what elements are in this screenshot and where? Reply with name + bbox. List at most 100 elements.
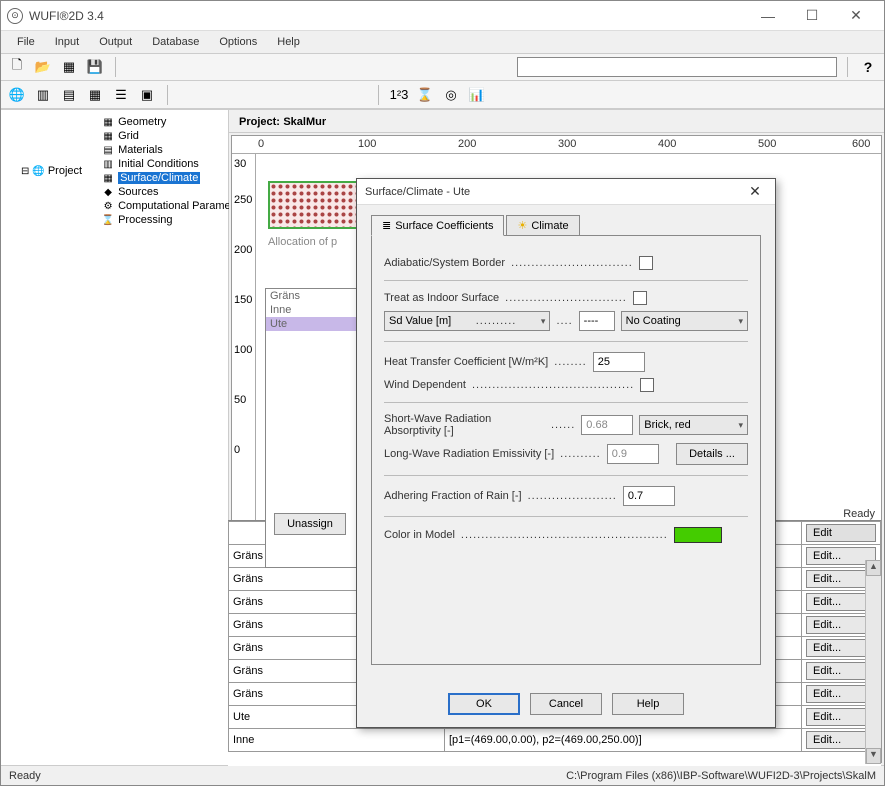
toolbar-combo[interactable] — [517, 57, 837, 77]
project-tree[interactable]: ⊟🌐Project ▦Geometry ▦Grid ▤Materials ▥In… — [1, 110, 229, 765]
indoor-checkbox[interactable] — [633, 291, 647, 305]
htc-input[interactable] — [593, 352, 645, 372]
list-item[interactable]: Inne — [266, 303, 360, 317]
tree-processing[interactable]: ⌛Processing — [101, 213, 249, 227]
palette-icon[interactable]: ▣ — [137, 85, 157, 105]
scroll-up-icon[interactable]: ▲ — [866, 560, 881, 576]
toolbar-sep — [115, 57, 116, 77]
grid2-icon[interactable]: ▤ — [59, 85, 79, 105]
toolbar-main: 🗋 📂 ▦ 💾 ? — [1, 53, 884, 81]
chart-icon[interactable]: 📊 — [467, 85, 487, 105]
htc-label: Heat Transfer Coefficient [W/m²K] — [384, 356, 548, 368]
processing-icon: ⌛ — [101, 214, 115, 226]
geometry-icon: ▦ — [101, 116, 115, 128]
menubar: File Input Output Database Options Help — [1, 31, 884, 53]
tab-surface-coefficients[interactable]: ≣Surface Coefficients — [371, 215, 504, 236]
project-header: Project: SkalMur — [229, 110, 884, 133]
tree-geometry[interactable]: ▦Geometry — [101, 115, 249, 129]
menu-output[interactable]: Output — [91, 34, 140, 50]
rain-input[interactable] — [623, 486, 675, 506]
toolbar-second: 🌐 ▥ ▤ ▦ ☰ ▣ 1²3 ⌛ ◎ 📊 — [1, 81, 884, 109]
sw-label: Short-Wave Radiation Absorptivity [-] — [384, 413, 545, 437]
material-region[interactable] — [268, 181, 368, 229]
coeff-icon: ≣ — [382, 219, 391, 232]
rain-label: Adhering Fraction of Rain [-] — [384, 490, 522, 502]
tree-sources[interactable]: ◆Sources — [101, 185, 249, 199]
toolbar2-sep — [167, 85, 168, 105]
ruler-horizontal: 0 100 200 300 400 500 600 — [232, 136, 881, 154]
list-item[interactable]: Gräns — [266, 289, 360, 303]
materials-icon: ▤ — [101, 144, 115, 156]
hourglass-icon[interactable]: ⌛ — [415, 85, 435, 105]
tree-initial[interactable]: ▥Initial Conditions — [101, 157, 249, 171]
tab-climate[interactable]: ☀Climate — [506, 215, 579, 236]
sd-value-input[interactable] — [579, 311, 615, 331]
grid3-icon[interactable]: ▦ — [85, 85, 105, 105]
lw-label: Long-Wave Radiation Emissivity [-] — [384, 448, 554, 460]
help-icon[interactable]: ? — [858, 57, 878, 77]
layers-icon[interactable]: ☰ — [111, 85, 131, 105]
help-button[interactable]: Help — [612, 693, 684, 715]
new-icon[interactable]: 🗋 — [7, 57, 27, 77]
statusbar: Ready C:\Program Files (x86)\IBP-Softwar… — [1, 765, 884, 785]
close-button[interactable]: ✕ — [834, 2, 878, 30]
sw-input[interactable] — [581, 415, 633, 435]
menu-database[interactable]: Database — [144, 34, 207, 50]
edit-header[interactable]: Edit — [806, 524, 876, 542]
tree-comp-params[interactable]: ⚙Computational Parameters — [101, 199, 249, 213]
window-title: WUFI®2D 3.4 — [29, 9, 746, 23]
material-combo[interactable]: Brick, red▾ — [639, 415, 748, 435]
allocation-label: Allocation of p — [268, 236, 337, 248]
target-icon[interactable]: ◎ — [441, 85, 461, 105]
menu-help[interactable]: Help — [269, 34, 308, 50]
chevron-down-icon: ▾ — [738, 420, 743, 431]
unassign-button[interactable]: Unassign — [274, 513, 346, 535]
tree-root[interactable]: ⊟🌐Project ▦Geometry ▦Grid ▤Materials ▥In… — [21, 114, 224, 228]
scroll-down-icon[interactable]: ▼ — [866, 748, 881, 764]
adiabatic-checkbox[interactable] — [639, 256, 653, 270]
cancel-button[interactable]: Cancel — [530, 693, 602, 715]
table-row: Inne[p1=(469.00,0.00), p2=(469.00,250.00… — [229, 729, 881, 752]
open-icon[interactable]: 📂 — [33, 57, 53, 77]
list-item[interactable]: Ute — [266, 317, 360, 331]
minimize-button[interactable]: — — [746, 2, 790, 30]
ready-label: Ready — [843, 508, 875, 520]
sources-icon: ◆ — [101, 186, 115, 198]
save-icon[interactable]: 💾 — [85, 57, 105, 77]
lw-input[interactable] — [607, 444, 659, 464]
grid1-icon[interactable]: ▥ — [33, 85, 53, 105]
status-right: C:\Program Files (x86)\IBP-Software\WUFI… — [566, 770, 876, 782]
table-scrollbar[interactable]: ▲ ▼ — [865, 560, 881, 764]
menu-options[interactable]: Options — [211, 34, 265, 50]
grid-icon[interactable]: ▦ — [59, 57, 79, 77]
initial-icon: ▥ — [101, 158, 115, 170]
chevron-down-icon: ▾ — [738, 316, 743, 327]
menu-input[interactable]: Input — [47, 34, 87, 50]
status-left: Ready — [9, 770, 41, 782]
details-button[interactable]: Details ... — [676, 443, 748, 465]
wind-checkbox[interactable] — [640, 378, 654, 392]
color-swatch[interactable] — [674, 527, 722, 543]
tree-materials[interactable]: ▤Materials — [101, 143, 249, 157]
globe-icon[interactable]: 🌐 — [7, 85, 27, 105]
minus-icon[interactable]: ⊟ — [21, 165, 29, 177]
dialog-close-icon[interactable]: ✕ — [743, 183, 767, 200]
sun-icon: ☀ — [517, 219, 527, 232]
dialog-title: Surface/Climate - Ute — [365, 186, 470, 198]
toolbar-sep2 — [847, 57, 848, 77]
params-icon: ⚙ — [101, 200, 115, 212]
sd-value-combo[interactable]: Sd Value [m]..........▾ — [384, 311, 550, 331]
step-icon[interactable]: 1²3 — [389, 85, 409, 105]
tree-grid[interactable]: ▦Grid — [101, 129, 249, 143]
tree-surface-climate[interactable]: ▦Surface/Climate — [101, 171, 249, 185]
ok-button[interactable]: OK — [448, 693, 520, 715]
tab-page: Adiabatic/System Border ................… — [371, 235, 761, 665]
wind-label: Wind Dependent — [384, 379, 466, 391]
menu-file[interactable]: File — [9, 34, 43, 50]
maximize-button[interactable]: ☐ — [790, 2, 834, 30]
toolbar2-sep2 — [378, 85, 379, 105]
color-label: Color in Model — [384, 529, 455, 541]
dialog-footer: OK Cancel Help — [357, 685, 775, 727]
coating-combo[interactable]: No Coating▾ — [621, 311, 748, 331]
chevron-down-icon: ▾ — [541, 316, 546, 327]
